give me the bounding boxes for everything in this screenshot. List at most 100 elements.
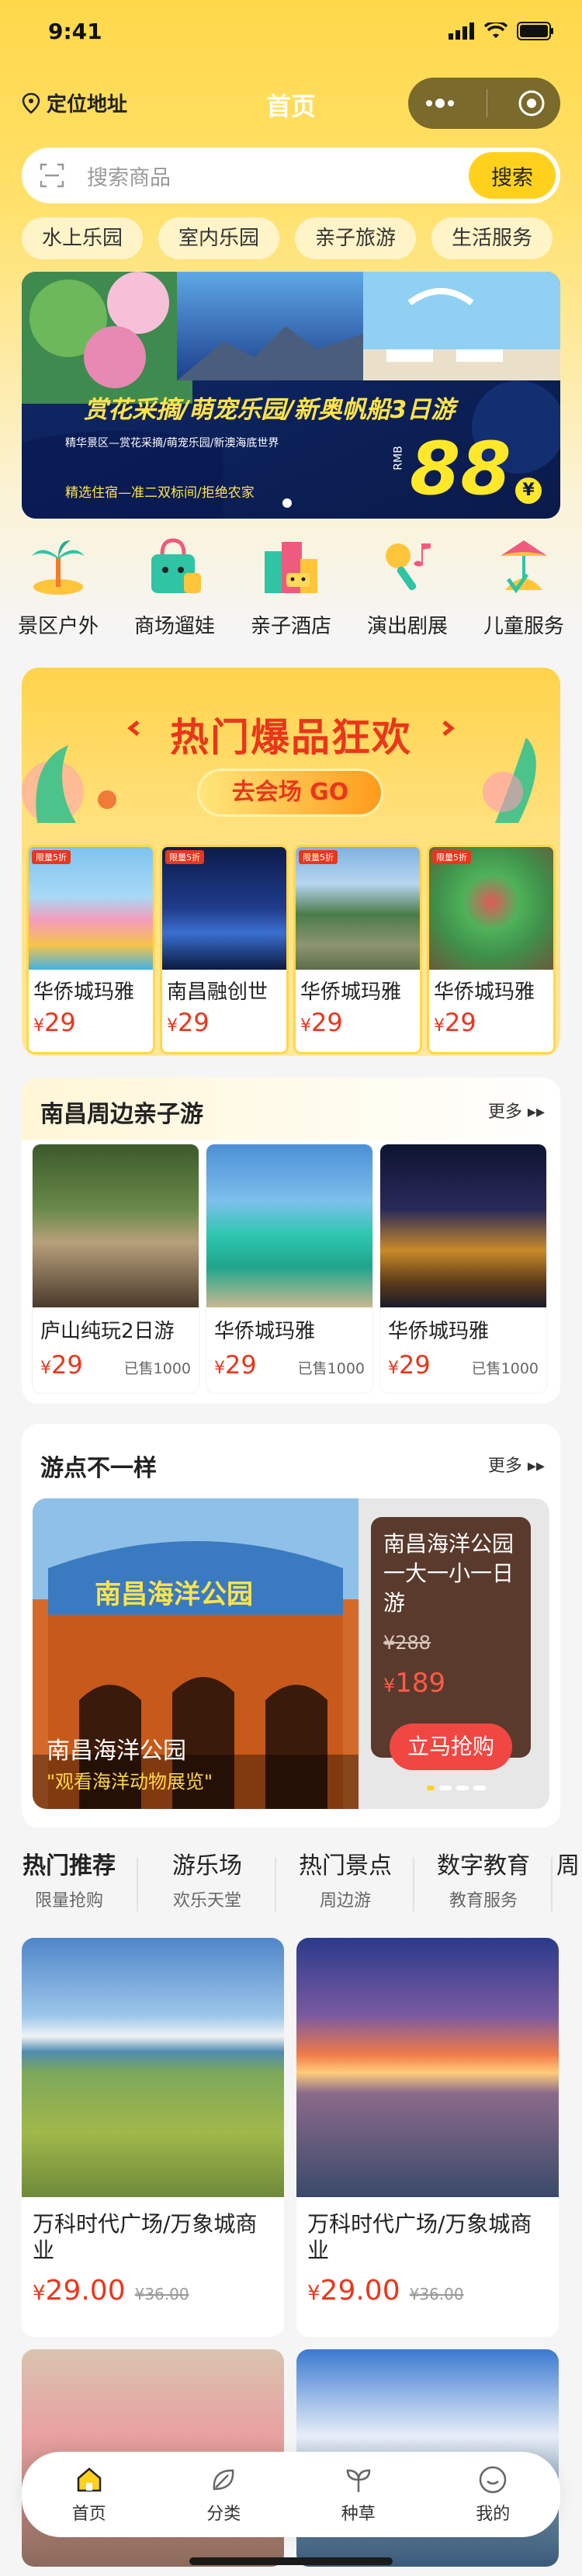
product-image (22, 1938, 284, 2197)
hot-product-card[interactable]: 限量5折 华侨城玛雅 ¥29 (427, 845, 556, 1054)
nearby-list: 庐山纯玩2日游 ¥29 已售1000 华侨城玛雅 ¥29 已售1000 华侨城玛雅 … (33, 1144, 546, 1393)
nearby-card[interactable]: 华侨城玛雅 ¥29 已售1000 (206, 1144, 372, 1393)
hot-product-card[interactable]: 限量5折 华侨城玛雅 ¥29 (293, 845, 422, 1054)
nearby-price: ¥29 (388, 1350, 431, 1380)
status-icons (449, 22, 554, 40)
nearby-price: ¥29 (214, 1350, 257, 1380)
search-bar: 搜索商品 搜索 (22, 148, 560, 203)
featured-park-card[interactable]: 南昌海洋公园 南昌海洋公园 "观看海洋动物展览" 南昌海洋公园一大一小一日游 ¥… (33, 1498, 549, 1809)
tabbar-home[interactable]: 首页 (43, 2464, 136, 2525)
microphone-icon (386, 543, 431, 591)
hot-product-card[interactable]: 限量5折 南昌融创世 ¥29 (160, 845, 289, 1054)
close-circle-icon[interactable] (518, 89, 546, 117)
playground-icon (501, 540, 547, 594)
tab-amusement[interactable]: 游乐场 欢乐天堂 (138, 1846, 276, 1924)
tabbar-category[interactable]: 分类 (177, 2464, 270, 2525)
discount-badge: 限量5折 (432, 850, 471, 864)
search-input[interactable]: 搜索商品 (87, 161, 469, 191)
product-price: ¥29 (300, 1008, 343, 1037)
tabbar-seed[interactable]: 种草 (312, 2464, 405, 2525)
chip-indoor-park[interactable]: 室内乐园 (158, 217, 280, 259)
product-card[interactable]: 万科时代广场/万象城商业 ¥29.00 ¥36.00 (296, 1938, 559, 2337)
more-dots-icon[interactable] (423, 95, 457, 111)
unique-more-link[interactable]: 更多 ▸▸ (488, 1452, 545, 1477)
category-mall[interactable]: 商场遛娃 (116, 536, 233, 652)
tabbar-profile[interactable]: 我的 (446, 2464, 539, 2525)
palm-island-icon (32, 540, 85, 595)
chip-family-travel[interactable]: 亲子旅游 (295, 217, 417, 259)
banner-currency: RMB (392, 446, 405, 470)
product-image: 限量5折 (29, 847, 153, 970)
buy-now-button[interactable]: 立马抢购 (390, 1724, 512, 1770)
hot-product-card[interactable]: 限量5折 华侨城玛雅 ¥29 (26, 845, 155, 1054)
quick-chips: 水上乐园 室内乐园 亲子旅游 生活服务 (22, 217, 582, 261)
product-name: 华侨城玛雅 (33, 981, 135, 1004)
banner-unit: ¥ (515, 477, 542, 504)
product-price: ¥29 (434, 1008, 476, 1037)
search-button[interactable]: 搜索 (469, 152, 556, 199)
tab-more[interactable]: 周 (553, 1846, 582, 1924)
hot-product-list: 限量5折 华侨城玛雅 ¥29 限量5折 南昌融创世 ¥29 限量5折 华侨城玛雅… (26, 845, 556, 1054)
shopping-bag-icon (151, 538, 201, 593)
product-image: 限量5折 (429, 847, 553, 970)
product-image: 限量5折 (296, 847, 420, 970)
unique-spot-section: 游点不一样 更多 ▸▸ 南昌海洋公园 南昌海洋公园 "观看海洋动物展览" 南昌海… (22, 1424, 560, 1828)
chip-water-park[interactable]: 水上乐园 (22, 217, 144, 259)
product-card[interactable]: 万科时代广场/万象城商业 ¥29.00 ¥36.00 (22, 1938, 284, 2337)
nearby-name: 华侨城玛雅 (388, 1320, 490, 1343)
go-venue-button[interactable]: 去会场 GO (197, 769, 383, 817)
signal-icon (449, 23, 474, 40)
category-hotel[interactable]: 亲子酒店 (233, 536, 349, 652)
mini-program-capsule (408, 78, 560, 129)
navigation-bar: 定位地址 首页 (0, 78, 582, 132)
park-name: 南昌海洋公园 (47, 1738, 186, 1765)
tab-hot-spots[interactable]: 热门景点 周边游 (276, 1846, 414, 1924)
category-kids[interactable]: 儿童服务 (466, 536, 582, 652)
original-price: ¥36.00 (134, 2285, 189, 2303)
product-name: 华侨城玛雅 (434, 981, 535, 1004)
chip-life-service[interactable]: 生活服务 (431, 217, 553, 259)
tab-education[interactable]: 数字教育 教育服务 (414, 1846, 553, 1924)
sold-count: 已售1000 (297, 1360, 365, 1377)
deal-title: 南昌海洋公园一大一小一日游 (383, 1531, 514, 1616)
product-price: ¥29.00 (33, 2275, 126, 2307)
nearby-image (380, 1144, 546, 1307)
carousel-dots (427, 1786, 486, 1790)
banner-indicator (282, 498, 292, 508)
park-logo-text: 南昌海洋公园 (95, 1579, 253, 1610)
nearby-card[interactable]: 华侨城玛雅 ¥29 已售1000 (380, 1144, 546, 1393)
nearby-card[interactable]: 庐山纯玩2日游 ¥29 已售1000 (33, 1144, 199, 1393)
sold-count: 已售1000 (471, 1360, 539, 1377)
nearby-name: 华侨城玛雅 (214, 1320, 316, 1343)
category-show[interactable]: 演出剧展 (349, 536, 466, 652)
product-name: 南昌融创世 (167, 981, 268, 1004)
promo-banner[interactable]: 赏花采摘/萌宠乐园/新奥帆船3日游 精华景区—赏花采摘/萌宠乐园/新澳海底世界 … (22, 272, 560, 519)
hot-deals-section: 热门爆品狂欢 去会场 GO 限量5折 华侨城玛雅 ¥29 限量5折 南昌融创世 … (22, 668, 560, 1056)
nearby-image (206, 1144, 372, 1307)
banner-line2: 精选住宿—准二双标间/拒绝农家 (65, 485, 255, 501)
original-price: ¥36.00 (409, 2285, 464, 2303)
sold-count: 已售1000 (123, 1360, 191, 1377)
wifi-icon (484, 23, 508, 38)
battery-icon (517, 22, 553, 40)
category-tabs: 热门推荐 限量抢购 游乐场 欢乐天堂 热门景点 周边游 数字教育 教育服务 周 (0, 1846, 582, 1924)
product-price: ¥29 (33, 1008, 76, 1037)
scan-icon[interactable] (39, 162, 65, 189)
nearby-price: ¥29 (40, 1350, 83, 1380)
bottom-tab-bar: 首页 分类 种草 我的 (22, 2452, 560, 2537)
home-indicator (189, 2557, 393, 2565)
nearby-title: 南昌周边亲子游 (40, 1101, 203, 1128)
hotel-icon (265, 542, 317, 593)
category-mall-label: 商场遛娃 (133, 615, 215, 638)
product-name: 万科时代广场/万象城商业 (33, 2211, 258, 2263)
category-show-label: 演出剧展 (366, 615, 448, 638)
banner-line1: 精华景区—赏花采摘/萌宠乐园/新澳海底世界 (65, 437, 279, 450)
original-price: ¥288 (383, 1632, 431, 1654)
tab-hot-recommend[interactable]: 热门推荐 限量抢购 (0, 1846, 138, 1924)
nearby-image (33, 1144, 199, 1307)
category-scenic[interactable]: 景区户外 (0, 536, 116, 652)
user-icon (480, 2466, 507, 2494)
nearby-more-link[interactable]: 更多 ▸▸ (488, 1098, 545, 1123)
category-grid: 景区户外 商场遛娃 亲子酒店 演出剧展 儿童服务 (0, 536, 582, 652)
app-root: 9:41 定位地址 首页 搜索商品 搜索 水上乐园 室内乐园 亲子旅游 生活服务… (0, 0, 582, 2576)
